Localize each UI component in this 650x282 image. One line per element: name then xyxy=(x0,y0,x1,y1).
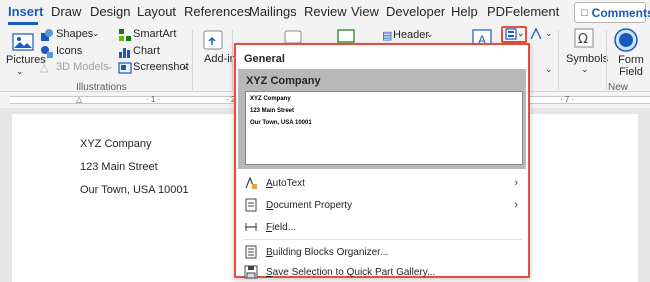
3d-models-button[interactable]: 3D Models xyxy=(56,61,109,73)
tab-design[interactable]: Design xyxy=(90,4,130,19)
save-icon xyxy=(244,265,258,279)
preview-line: Our Town, USA 10001 xyxy=(250,120,312,126)
wordart-icon[interactable] xyxy=(530,27,542,43)
tab-view[interactable]: View xyxy=(351,4,379,19)
preview-line: 123 Main Street xyxy=(250,108,295,114)
building-blocks-icon xyxy=(244,245,258,259)
tab-developer[interactable]: Developer xyxy=(386,4,445,19)
tab-insert[interactable]: Insert xyxy=(8,4,43,19)
ribbon-tab-bar: Insert Draw Design Layout References Mai… xyxy=(0,0,650,26)
pictures-dropdown-icon[interactable]: ⌄ xyxy=(16,66,24,77)
omega-icon[interactable]: Ω xyxy=(574,28,594,51)
tab-mailings[interactable]: Mailings xyxy=(249,4,297,19)
document-property-icon xyxy=(244,198,258,212)
pictures-icon[interactable] xyxy=(12,32,34,55)
menu-item-field[interactable]: Field... xyxy=(238,217,526,237)
gallery-entry-title: XYZ Company xyxy=(246,75,321,87)
screenshot-chevron-icon: ⌄ xyxy=(181,61,189,71)
form-field-icon[interactable] xyxy=(614,28,638,55)
shapes-button[interactable]: Shapes xyxy=(56,28,93,40)
comments-button[interactable]: □ Comments xyxy=(574,2,650,23)
tab-references[interactable]: References xyxy=(184,4,250,19)
ruler-mark: · 7 · xyxy=(560,95,575,104)
ruler-marker[interactable]: △ xyxy=(76,95,82,104)
document-line[interactable]: XYZ Company xyxy=(80,138,152,150)
smartart-icon[interactable] xyxy=(118,28,132,45)
shapes-icon[interactable] xyxy=(40,28,54,45)
autotext-icon xyxy=(244,176,258,190)
gallery-entry-preview: XYZ Company 123 Main Street Our Town, US… xyxy=(245,91,523,165)
document-line[interactable]: 123 Main Street xyxy=(80,161,158,173)
tab-help[interactable]: Help xyxy=(451,4,478,19)
menu-item-save-selection[interactable]: Save Selection to Quick Part Gallery... xyxy=(238,262,526,282)
menu-item-autotext[interactable]: AutoText › xyxy=(238,173,526,193)
ruler-mark: · 1 · xyxy=(146,95,161,104)
comment-icon: □ xyxy=(581,6,588,19)
header-icon: ▤ xyxy=(382,30,393,42)
tab-review[interactable]: Review xyxy=(304,4,347,19)
form-field-button[interactable]: Form Field xyxy=(617,54,645,78)
group-separator xyxy=(192,30,193,90)
chart-icon[interactable] xyxy=(118,45,132,62)
header-button[interactable]: Header xyxy=(393,29,429,41)
tab-pdfelement[interactable]: PDFelement xyxy=(487,4,559,19)
tab-draw[interactable]: Draw xyxy=(51,4,81,19)
svg-text:Ω: Ω xyxy=(578,32,588,47)
submenu-arrow-icon: › xyxy=(514,177,518,189)
icons-icon[interactable] xyxy=(40,45,54,62)
wordart-chevron-icon: ⌄ xyxy=(545,28,553,38)
smartart-button[interactable]: SmartArt xyxy=(133,28,176,40)
shapes-chevron-icon: ⌄ xyxy=(92,28,100,38)
header-chevron-icon: ⌄ xyxy=(426,29,434,39)
group-separator xyxy=(558,30,559,90)
chart-button[interactable]: Chart xyxy=(133,45,160,57)
submenu-arrow-icon: › xyxy=(514,199,518,211)
group-separator xyxy=(232,30,233,90)
addins-icon[interactable] xyxy=(203,30,223,53)
quick-parts-dropdown: General XYZ Company XYZ Company 123 Main… xyxy=(234,43,530,279)
document-line[interactable]: Our Town, USA 10001 xyxy=(80,184,189,196)
illustrations-group-label: Illustrations xyxy=(76,82,127,93)
menu-separator xyxy=(244,239,522,240)
tab-layout[interactable]: Layout xyxy=(137,4,176,19)
preview-line: XYZ Company xyxy=(250,96,291,102)
3d-models-chevron-icon: ⌄ xyxy=(106,61,114,71)
field-icon xyxy=(244,220,258,234)
3d-models-icon: △ xyxy=(40,62,49,74)
menu-item-document-property[interactable]: Document Property › xyxy=(238,195,526,215)
symbols-chevron-icon: ⌄ xyxy=(581,64,589,74)
icons-button[interactable]: Icons xyxy=(56,45,82,57)
object-chevron-icon: ⌄ xyxy=(545,64,553,74)
active-tab-indicator xyxy=(8,22,38,25)
screenshot-icon[interactable] xyxy=(118,61,132,78)
gallery-section-heading: General xyxy=(244,53,285,65)
quick-part-gallery-entry[interactable]: XYZ Company XYZ Company 123 Main Street … xyxy=(238,69,526,169)
group-separator xyxy=(606,30,607,90)
quick-parts-chevron-icon[interactable]: ⌄ xyxy=(517,28,525,39)
menu-item-building-blocks-organizer[interactable]: Building Blocks Organizer... xyxy=(238,242,526,262)
quick-parts-icon[interactable] xyxy=(505,28,517,43)
